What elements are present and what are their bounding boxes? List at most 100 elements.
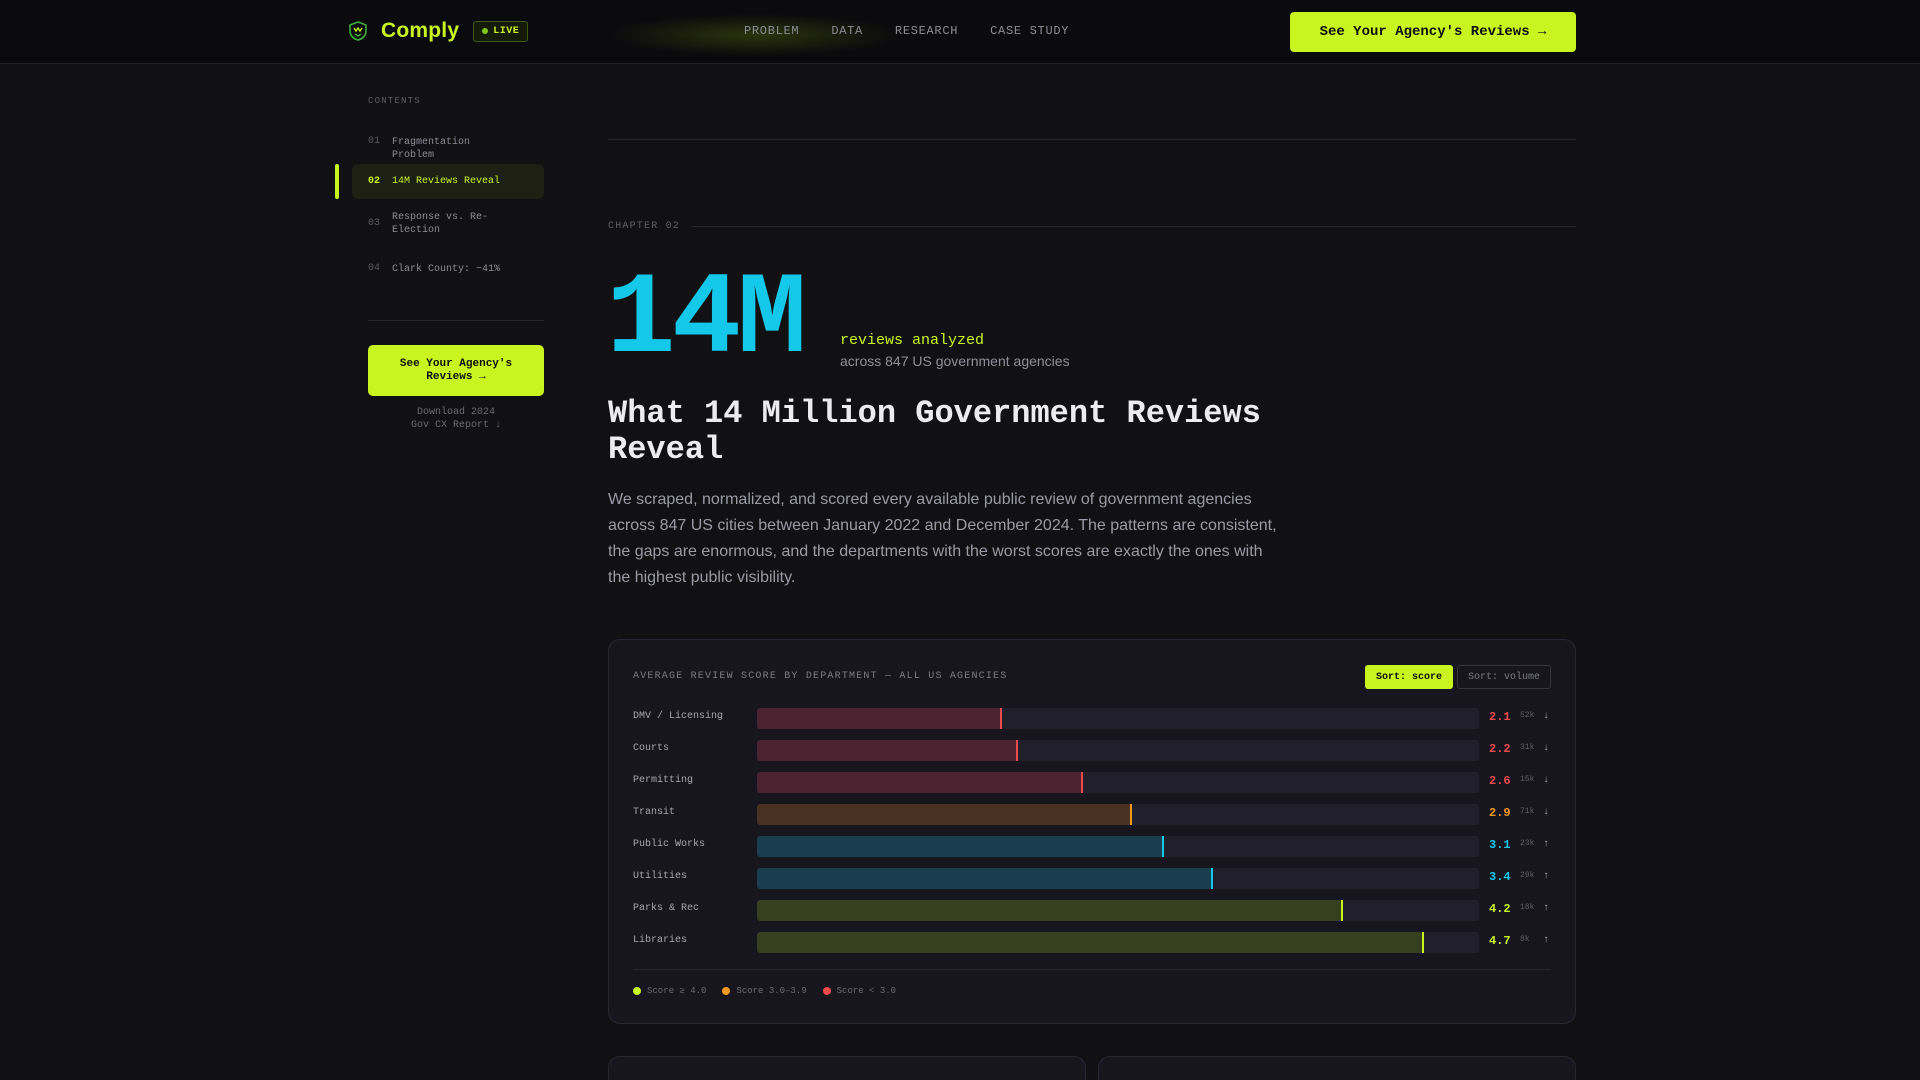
chart-volume-label: 15k xyxy=(1520,775,1535,784)
toc-item-clark-county[interactable]: 04 Clark County: −41% xyxy=(352,263,544,276)
trend-down-icon: ↓ xyxy=(1543,743,1550,754)
big-stat-number: 14M xyxy=(606,254,807,386)
top-nav: Comply LIVE PROBLEM DATA RESEARCH CASE S… xyxy=(0,0,1920,64)
toc-active-indicator xyxy=(335,164,339,199)
sort-score-button[interactable]: Sort: score xyxy=(1365,665,1453,689)
chart-bar-marker xyxy=(1422,932,1424,953)
chart-row: Libraries 4.7 8k ↑ xyxy=(633,932,1553,964)
legend-label: Score ≥ 4.0 xyxy=(647,986,707,996)
chart-row-label: Permitting xyxy=(633,775,694,786)
nav-cta-button[interactable]: See Your Agency's Reviews → xyxy=(1290,12,1576,52)
legend-dot-icon xyxy=(722,987,731,995)
toc-num: 04 xyxy=(368,263,381,274)
trend-up-icon: ↑ xyxy=(1543,871,1550,882)
chart-bar-track xyxy=(757,868,1479,889)
chart-bar-marker xyxy=(1016,740,1018,761)
chart-bar-track xyxy=(757,772,1479,793)
sort-volume-button[interactable]: Sort: volume xyxy=(1457,665,1551,689)
live-dot-icon xyxy=(482,28,489,34)
chart-bar-marker xyxy=(1081,772,1083,793)
chart-bar xyxy=(757,740,1017,761)
chart-bar xyxy=(757,804,1131,825)
chapter-label: CHAPTER 02 xyxy=(608,221,681,232)
download-report-link[interactable]: Download 2024 Gov CX Report ↓ xyxy=(368,406,544,432)
chart-bar-marker xyxy=(1130,804,1132,825)
legend-divider xyxy=(633,969,1551,970)
section-divider xyxy=(608,139,1576,140)
nav-links: PROBLEM DATA RESEARCH CASE STUDY xyxy=(744,24,1069,38)
chart-bar-track xyxy=(757,740,1479,761)
chart-value-label: 3.1 xyxy=(1489,838,1511,852)
nav-link-research[interactable]: RESEARCH xyxy=(895,24,958,38)
toc-item-response[interactable]: 03 Response vs. Re-Election xyxy=(352,211,544,237)
legend-item-mid: Score 3.0–3.9 xyxy=(722,986,807,996)
stat-card-left xyxy=(608,1056,1086,1080)
chart-row: Courts 2.2 31k ↓ xyxy=(633,740,1553,772)
live-label: LIVE xyxy=(493,25,520,37)
legend-dot-icon xyxy=(633,987,641,995)
chart-bar-track xyxy=(757,932,1479,953)
chart-row-label: Transit xyxy=(633,807,676,818)
chart-bar xyxy=(757,772,1082,793)
chart-volume-label: 23k xyxy=(1520,839,1535,848)
chart-bar-track xyxy=(757,804,1479,825)
chart-bar xyxy=(757,868,1212,889)
chart-row: Utilities 3.4 29k ↑ xyxy=(633,868,1553,900)
toc-item-reviews-reveal[interactable]: 02 14M Reviews Reveal xyxy=(352,164,544,199)
chart-value-label: 3.4 xyxy=(1489,870,1511,884)
toc-label: Clark County: −41% xyxy=(392,264,501,275)
chart-rows: DMV / Licensing 2.1 52k ↓ Courts 2.2 31k ↓ Permi… xyxy=(633,708,1553,964)
trend-down-icon: ↓ xyxy=(1543,807,1550,818)
chapter-rule xyxy=(692,226,1576,227)
chart-row-label: DMV / Licensing xyxy=(633,711,724,722)
chart-legend: Score ≥ 4.0 Score 3.0–3.9 Score < 3.0 xyxy=(633,986,896,996)
chart-value-label: 2.6 xyxy=(1489,774,1511,788)
legend-dot-icon xyxy=(822,987,831,995)
chart-row-label: Parks & Rec xyxy=(633,903,700,914)
chart-value-label: 2.9 xyxy=(1489,806,1511,820)
chart-volume-label: 18k xyxy=(1520,903,1535,912)
chart-bar-marker xyxy=(1341,900,1343,921)
chart-bar xyxy=(757,836,1163,857)
nav-link-data[interactable]: DATA xyxy=(831,24,863,38)
chart-bar xyxy=(757,708,1001,729)
shield-logo-icon xyxy=(349,21,367,41)
live-badge: LIVE xyxy=(473,20,529,42)
nav-link-case-study[interactable]: CASE STUDY xyxy=(990,24,1069,38)
brand-name: Comply xyxy=(381,19,460,42)
chart-bar xyxy=(757,932,1423,953)
big-stat-subcaption: across 847 US government agencies xyxy=(840,353,1070,369)
chart-row-label: Utilities xyxy=(633,871,688,882)
nav-link-problem[interactable]: PROBLEM xyxy=(744,24,799,38)
chart-row-label: Courts xyxy=(633,743,670,754)
department-score-chart-card: AVERAGE REVIEW SCORE BY DEPARTMENT — ALL… xyxy=(608,639,1576,1024)
toc-num: 01 xyxy=(368,136,381,147)
chart-value-label: 4.2 xyxy=(1489,902,1511,916)
chart-volume-label: 8k xyxy=(1520,935,1530,944)
toc-num: 03 xyxy=(368,218,381,229)
toc-num: 02 xyxy=(368,176,381,187)
chart-title: AVERAGE REVIEW SCORE BY DEPARTMENT — ALL… xyxy=(633,671,1008,682)
toc-item-fragmentation[interactable]: 01 Fragmentation Problem xyxy=(352,136,544,162)
chart-value-label: 2.1 xyxy=(1489,710,1511,724)
legend-item-high: Score ≥ 4.0 xyxy=(633,986,706,996)
trend-up-icon: ↑ xyxy=(1543,903,1550,914)
chapter-heading: CHAPTER 02 xyxy=(608,221,1576,232)
chart-bar-marker xyxy=(1211,868,1213,889)
chart-volume-label: 71k xyxy=(1520,807,1535,816)
chart-row: Transit 2.9 71k ↓ xyxy=(633,804,1553,836)
legend-item-low: Score < 3.0 xyxy=(822,986,897,996)
legend-label: Score < 3.0 xyxy=(836,986,897,996)
toc-label: 14M Reviews Reveal xyxy=(392,176,501,187)
chart-row-label: Public Works xyxy=(633,839,706,850)
chart-value-label: 2.2 xyxy=(1489,742,1511,756)
chart-row-label: Libraries xyxy=(633,935,688,946)
legend-label: Score 3.0–3.9 xyxy=(736,986,807,996)
chart-bar-marker xyxy=(1000,708,1002,729)
chart-row: Public Works 3.1 23k ↑ xyxy=(633,836,1553,868)
brand[interactable]: Comply LIVE xyxy=(349,19,529,43)
trend-down-icon: ↓ xyxy=(1543,775,1550,786)
sidebar-cta-button[interactable]: See Your Agency's Reviews → xyxy=(368,345,544,396)
toc-label: Fragmentation Problem xyxy=(392,137,471,161)
toc-label: Response vs. Re-Election xyxy=(392,212,489,236)
